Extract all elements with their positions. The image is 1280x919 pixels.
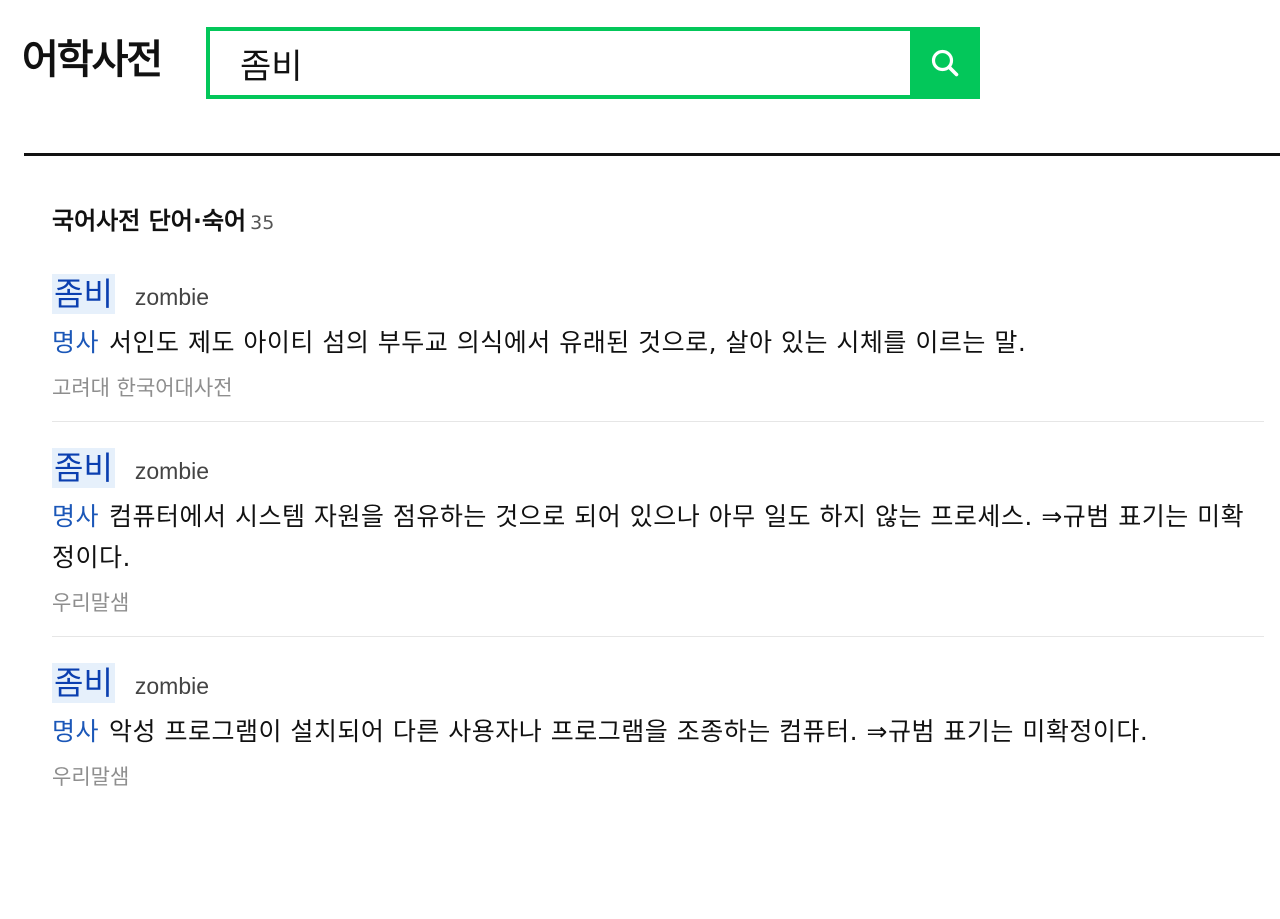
word-row: 좀비 zombie [52, 663, 1264, 707]
entry-origin: zombie [134, 458, 210, 484]
search-input[interactable] [210, 31, 910, 95]
part-of-speech: 명사 [52, 717, 100, 746]
search-button[interactable] [910, 27, 980, 99]
dictionary-entry: 좀비 zombie 명사 악성 프로그램이 설치되어 다른 사용자나 프로그램을 … [52, 637, 1264, 810]
section-title-text: 국어사전 단어·숙어 [52, 207, 247, 235]
entry-source-link[interactable]: 우리말샘 [52, 762, 1264, 792]
entry-word-link[interactable]: 좀비 [52, 274, 115, 314]
search-icon [929, 47, 961, 79]
results-content: 국어사전 단어·숙어 35 좀비 zombie 명사 서인도 제도 아이티 섬의 부… [0, 204, 1280, 810]
entry-meaning: 명사 악성 프로그램이 설치되어 다른 사용자나 프로그램을 조종하는 컴퓨터. … [52, 711, 1264, 752]
entry-meaning: 명사 컴퓨터에서 시스템 자원을 점유하는 것으로 되어 있으나 아무 일도 하지… [52, 496, 1264, 578]
entry-source-link[interactable]: 우리말샘 [52, 588, 1264, 618]
part-of-speech: 명사 [52, 502, 100, 531]
result-count: 35 [250, 212, 275, 234]
search-box [206, 27, 980, 99]
entry-definition: 서인도 제도 아이티 섬의 부두교 의식에서 유래된 것으로, 살아 있는 시체… [109, 328, 1027, 357]
entry-definition: 악성 프로그램이 설치되어 다른 사용자나 프로그램을 조종하는 컴퓨터. ⇒규… [109, 717, 1149, 746]
entry-definition: 컴퓨터에서 시스템 자원을 점유하는 것으로 되어 있으나 아무 일도 하지 않… [52, 502, 1245, 572]
section-title: 국어사전 단어·숙어 35 [52, 204, 1264, 240]
dictionary-entry: 좀비 zombie 명사 서인도 제도 아이티 섬의 부두교 의식에서 유래된 것… [52, 240, 1264, 422]
part-of-speech: 명사 [52, 328, 100, 357]
entry-origin: zombie [134, 673, 210, 699]
entry-word-link[interactable]: 좀비 [52, 663, 115, 703]
entry-meaning: 명사 서인도 제도 아이티 섬의 부두교 의식에서 유래된 것으로, 살아 있는 … [52, 322, 1264, 363]
word-row: 좀비 zombie [52, 448, 1264, 492]
header-divider [24, 153, 1280, 156]
entry-origin: zombie [134, 284, 210, 310]
header: 어학사전 [0, 0, 1280, 156]
word-row: 좀비 zombie [52, 274, 1264, 318]
entry-source-link[interactable]: 고려대 한국어대사전 [52, 373, 1264, 403]
dictionary-entry: 좀비 zombie 명사 컴퓨터에서 시스템 자원을 점유하는 것으로 되어 있으… [52, 422, 1264, 637]
entry-word-link[interactable]: 좀비 [52, 448, 115, 488]
logo[interactable]: 어학사전 [22, 32, 163, 88]
